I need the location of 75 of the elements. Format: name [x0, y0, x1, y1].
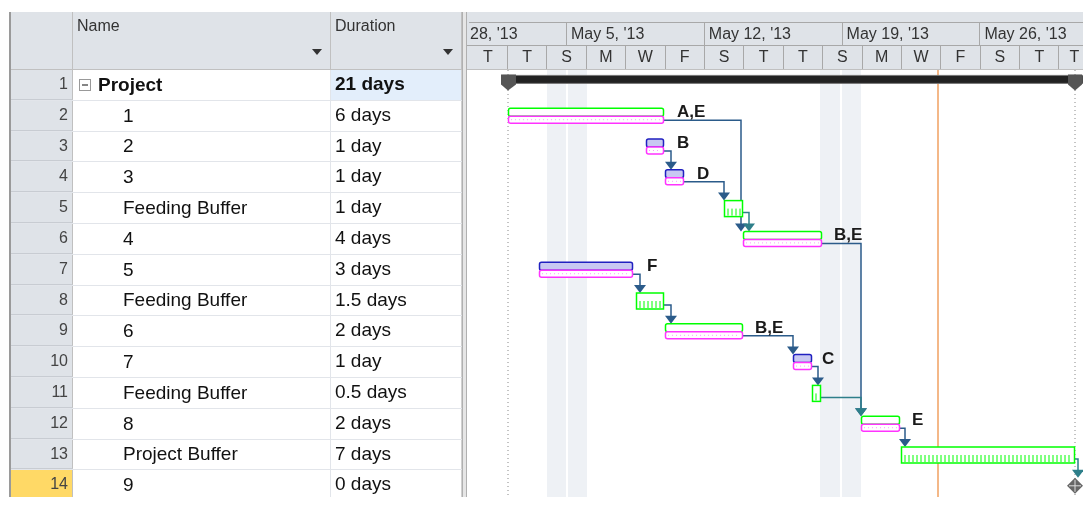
bar-label: B	[677, 133, 690, 152]
bar-label: B,E	[834, 225, 863, 245]
task-name: 1	[123, 104, 134, 127]
bar-label: D	[697, 163, 710, 183]
task-name: 7	[123, 351, 134, 374]
bar-label: B,E	[755, 317, 784, 337]
row-number[interactable]: 8	[11, 285, 73, 316]
row-number[interactable]: 1	[11, 70, 73, 100]
day-label: W	[626, 46, 666, 69]
duration-cell[interactable]: 21 days	[331, 70, 462, 100]
day-label: F	[941, 46, 981, 69]
row-number[interactable]: 5	[11, 193, 73, 223]
day-label: T	[1020, 46, 1060, 69]
row-number[interactable]: 12	[11, 408, 73, 439]
task-name: 9	[123, 474, 134, 497]
link-arrow	[663, 304, 677, 324]
week-label: May 5, '13	[567, 22, 705, 45]
row-number[interactable]: 10	[11, 347, 73, 377]
day-label: T	[508, 46, 548, 69]
task-name: 8	[123, 412, 134, 435]
row-number[interactable]: 9	[11, 316, 73, 347]
task-name: 5	[123, 258, 134, 281]
day-label: T	[469, 46, 508, 69]
task-name: Project Buffer	[123, 443, 238, 466]
task-name: Feeding Buffer	[123, 289, 248, 312]
task-bar	[664, 169, 685, 186]
row-number[interactable]: 11	[11, 377, 73, 408]
day-label: F	[665, 46, 705, 69]
task-bar	[645, 138, 665, 155]
row-number[interactable]: 3	[11, 131, 73, 162]
link-arrow	[742, 335, 799, 355]
day-label: S	[980, 46, 1021, 69]
bar-label: A,E	[677, 102, 706, 122]
buffer-bar	[635, 292, 665, 310]
dropdown-arrow-icon[interactable]	[312, 49, 322, 55]
row-number[interactable]: 6	[11, 224, 73, 254]
bar-label: E	[912, 410, 924, 430]
task-name: 6	[123, 320, 134, 343]
day-label: T	[1068, 47, 1081, 67]
day-label: M	[862, 46, 902, 69]
day-label: M	[586, 46, 627, 69]
day-label: S	[823, 46, 863, 69]
week-label: May 12, '13	[704, 22, 843, 45]
task-name: 3	[123, 166, 134, 189]
day-label: T	[783, 46, 824, 69]
day-label: W	[901, 46, 942, 69]
week-label: May 19, '13	[842, 22, 981, 45]
row-number[interactable]: 2	[11, 100, 73, 131]
task-name: 4	[123, 227, 134, 250]
link-arrow	[632, 273, 646, 293]
row-number[interactable]: 4	[11, 162, 73, 193]
row-number[interactable]: 14	[11, 470, 73, 497]
day-label: S	[547, 46, 587, 69]
bar-label: C	[822, 348, 835, 368]
day-label: T	[744, 46, 784, 69]
milestone-marker	[1067, 477, 1083, 494]
link-arrow	[899, 427, 911, 447]
row-number[interactable]: 13	[11, 439, 73, 470]
task-name: Feeding Buffer	[123, 197, 248, 220]
link-arrow	[1072, 458, 1083, 478]
week-label: 28, '13	[469, 22, 567, 45]
day-label: S	[704, 46, 745, 69]
task-name: Project	[98, 73, 163, 96]
buffer-bar	[811, 384, 822, 403]
week-label: May 26, '13	[980, 22, 1083, 45]
task-bar	[860, 415, 901, 432]
column-header[interactable]: Name	[73, 12, 331, 69]
bar-label: F	[647, 256, 658, 276]
dropdown-arrow-icon[interactable]	[443, 49, 453, 55]
task-name: 2	[123, 135, 134, 158]
task-name: Feeding Buffer	[123, 381, 248, 404]
row-number[interactable]: 7	[11, 254, 73, 285]
task-bar	[792, 353, 813, 371]
collapse-icon[interactable]	[79, 78, 91, 91]
buffer-bar	[723, 199, 744, 218]
